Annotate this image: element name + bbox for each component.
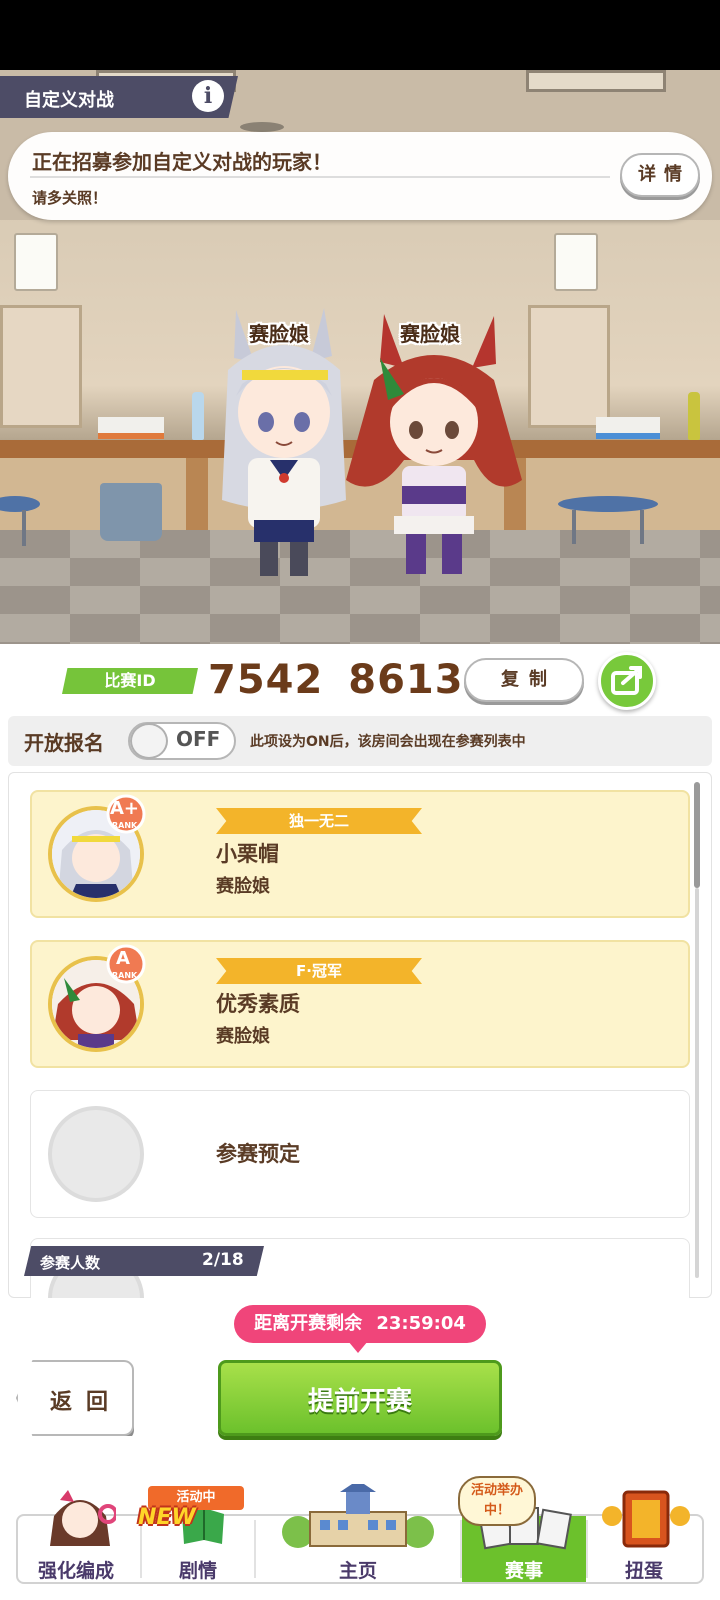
new-badge: NEW bbox=[138, 1505, 196, 1530]
back-button-label: 返回 bbox=[50, 1390, 123, 1415]
ceiling-lamp bbox=[240, 122, 284, 132]
tissue-box bbox=[98, 417, 164, 439]
copy-button[interactable]: 复制 bbox=[464, 658, 584, 702]
share-icon bbox=[611, 666, 642, 695]
bottle bbox=[688, 392, 700, 440]
info-icon[interactable]: i bbox=[192, 80, 224, 112]
event-bubble: 活动举办中！ bbox=[458, 1476, 536, 1526]
scrollbar[interactable] bbox=[694, 782, 700, 888]
detail-button[interactable]: 详情 bbox=[620, 153, 700, 197]
rank-label: A bbox=[116, 948, 130, 969]
share-button[interactable] bbox=[598, 652, 656, 710]
floor-row bbox=[0, 614, 720, 642]
stool-leg bbox=[572, 510, 576, 544]
countdown-pointer bbox=[348, 1341, 368, 1353]
nav-label-gacha: 扭蛋 bbox=[624, 1560, 663, 1582]
ceiling-panel bbox=[526, 70, 666, 92]
notice-title: 正在招募参加自定义对战的玩家！ bbox=[32, 150, 332, 174]
nav-label-race: 赛事 bbox=[504, 1560, 543, 1582]
toggle-knob bbox=[130, 723, 168, 759]
countdown-label: 距离开赛剩余 bbox=[254, 1313, 363, 1334]
room-id-value: 7542 8613 bbox=[208, 657, 464, 703]
room-id-label: 比赛ID bbox=[62, 668, 198, 694]
stool-leg bbox=[22, 510, 26, 546]
notice-subtitle: 请多关照！ bbox=[32, 189, 108, 207]
countdown-badge: 距离开赛剩余 23:59:04 bbox=[234, 1305, 486, 1343]
empty-slot-icon bbox=[48, 1106, 144, 1202]
nav-label-home: 主页 bbox=[338, 1560, 377, 1582]
wall-cabinet bbox=[0, 305, 82, 428]
bottle bbox=[192, 392, 204, 440]
entry-placeholder: 参赛预定 bbox=[216, 1142, 300, 1166]
start-early-label: 提前开赛 bbox=[307, 1387, 412, 1417]
toggle-state: OFF bbox=[176, 727, 221, 751]
scroll-track bbox=[695, 888, 699, 1278]
trainer-name: 赛脸娘 bbox=[216, 876, 270, 897]
gacha-icon bbox=[602, 1490, 690, 1548]
nav-label-story: 剧情 bbox=[178, 1560, 217, 1582]
rank-label: A+ bbox=[110, 798, 140, 819]
character-name-label: 赛脸娘 bbox=[249, 322, 309, 346]
rank-sub-label: RANK bbox=[112, 821, 138, 830]
horse-name: 优秀素质 bbox=[216, 992, 300, 1016]
chibi-nice-nature bbox=[346, 314, 522, 574]
trash-bin bbox=[100, 483, 162, 541]
counter-leg bbox=[186, 458, 208, 540]
participant-count-value: 2/18 bbox=[202, 1250, 244, 1270]
wall-light bbox=[14, 233, 58, 291]
registration-hint: 此项设为ON后，该房间会出现在参赛列表中 bbox=[250, 734, 526, 750]
trainer-name: 赛脸娘 bbox=[216, 1026, 270, 1047]
wall-cabinet bbox=[528, 305, 610, 428]
page-title: 自定义对战 bbox=[24, 90, 114, 111]
wall-light bbox=[554, 233, 598, 291]
participant-count-label: 参赛人数 bbox=[40, 1254, 101, 1272]
horse-name: 小栗帽 bbox=[216, 842, 279, 866]
title-banner: F·冠军 bbox=[216, 958, 422, 984]
school-icon bbox=[282, 1484, 434, 1548]
rank-sub-label: RANK bbox=[112, 971, 138, 980]
countdown-time: 23:59:04 bbox=[376, 1313, 466, 1334]
status-bar bbox=[0, 0, 720, 70]
stool-leg bbox=[640, 510, 644, 544]
title-banner: 独一无二 bbox=[216, 808, 422, 834]
trainer-icon bbox=[50, 1490, 116, 1546]
registration-label: 开放报名 bbox=[24, 731, 104, 755]
character-name-label: 赛脸娘 bbox=[400, 322, 460, 346]
nav-label-enhance: 强化编成 bbox=[37, 1560, 114, 1582]
notice-divider bbox=[30, 176, 610, 178]
tissue-box bbox=[596, 417, 660, 439]
